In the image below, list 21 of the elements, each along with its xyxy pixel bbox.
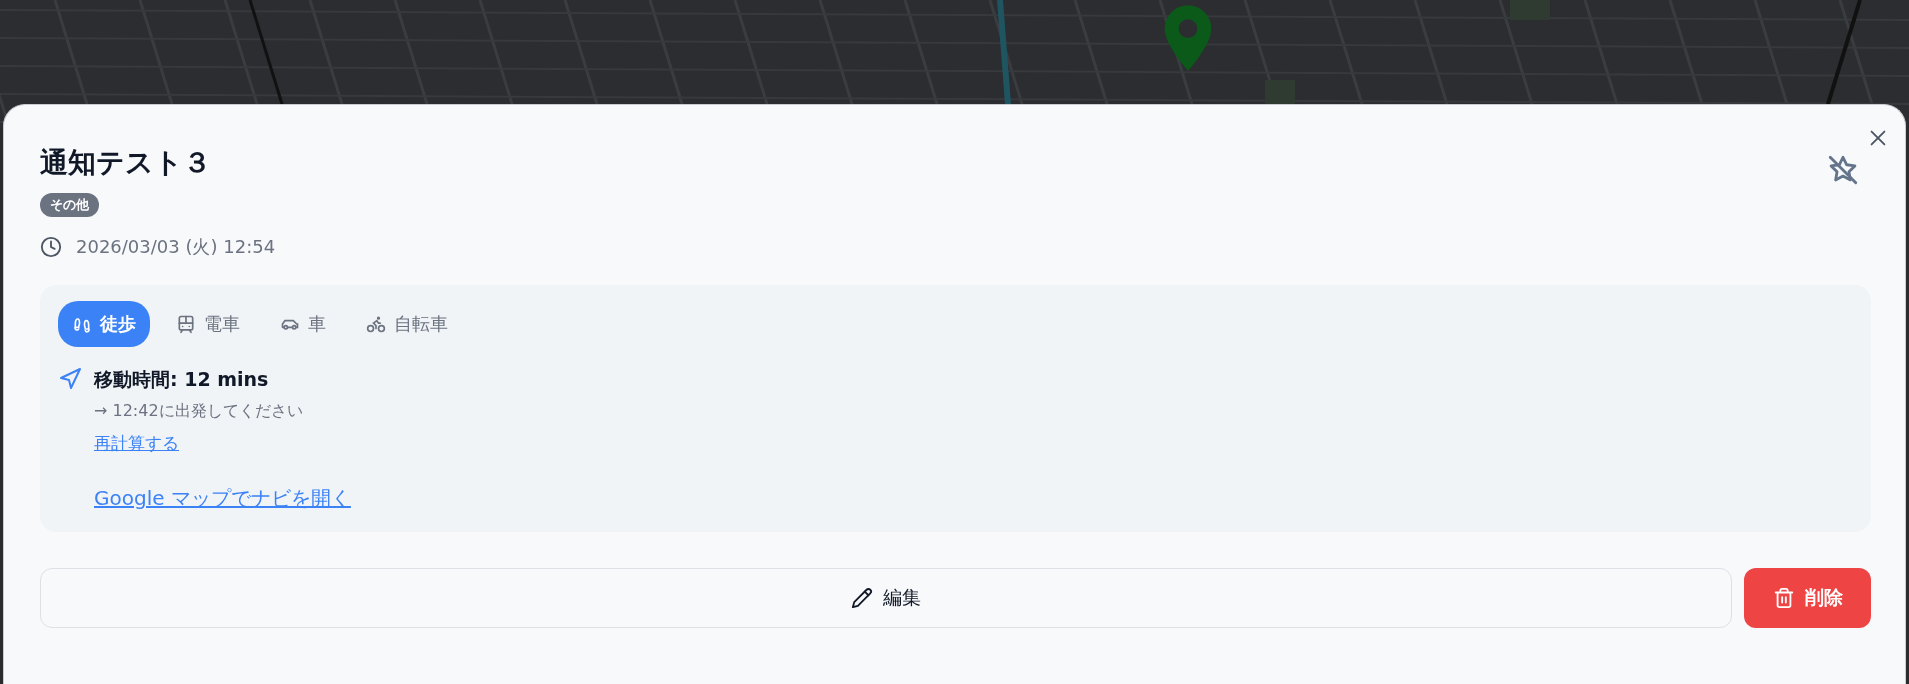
edit-button[interactable]: 編集 — [40, 568, 1732, 628]
event-title: 通知テスト３ — [40, 145, 211, 181]
event-datetime: 2026/03/03 (火) 12:54 — [76, 235, 276, 259]
clock-icon — [40, 236, 62, 258]
train-icon — [176, 314, 196, 334]
recalculate-link[interactable]: 再計算する — [94, 432, 179, 455]
category-tag: その他 — [40, 193, 99, 217]
trash-icon — [1772, 587, 1795, 609]
bicycle-icon — [366, 314, 386, 334]
delete-button[interactable]: 削除 — [1744, 568, 1871, 628]
departure-hint: → 12:42に出発してください — [94, 401, 304, 422]
transport-mode-tab[interactable]: 電車 — [162, 301, 254, 347]
pin-toggle-button[interactable] — [1826, 153, 1860, 187]
star-off-icon — [1826, 153, 1860, 187]
transport-mode-tab[interactable]: 自転車 — [352, 301, 462, 347]
transport-mode-tab[interactable]: 徒歩 — [58, 301, 150, 347]
navigation-arrow-icon — [58, 367, 82, 391]
travel-time: 移動時間: 12 mins — [94, 367, 270, 392]
transport-mode-tab[interactable]: 車 — [266, 301, 340, 347]
pencil-icon — [851, 587, 873, 609]
open-maps-link[interactable]: Google マップでナビを開く — [94, 485, 351, 512]
